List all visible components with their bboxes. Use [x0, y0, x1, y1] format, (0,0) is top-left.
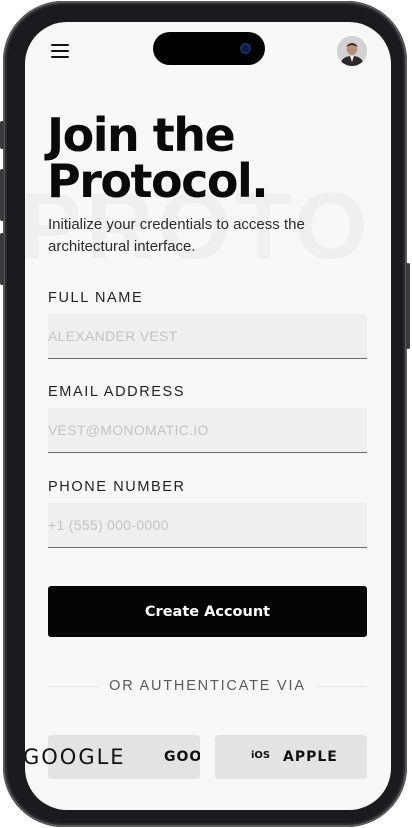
app-screen: PROTO Join the Protocol. Initialize your… — [25, 22, 391, 810]
page-title-line-1: Join the — [47, 108, 236, 162]
page-subtitle: Initialize your credentials to access th… — [48, 216, 305, 255]
phone-label: PHONE NUMBER — [48, 479, 186, 495]
camera-icon — [240, 43, 251, 54]
power-button — [406, 263, 410, 349]
page-title: Join the Protocol. — [47, 112, 367, 204]
apple-auth-label: APPLE — [283, 749, 338, 765]
google-logo-icon: GOOGLE — [25, 745, 126, 769]
page-title-line-2: Protocol. — [47, 154, 269, 208]
volume-down-button — [0, 233, 4, 285]
google-auth-label: GOOGLE — [164, 749, 200, 765]
apple-auth-button[interactable]: iOS APPLE — [215, 735, 367, 779]
email-label: EMAIL ADDRESS — [48, 384, 186, 400]
create-account-button[interactable]: Create Account — [48, 586, 367, 637]
phone-frame: PROTO Join the Protocol. Initialize your… — [0, 1, 410, 827]
mute-switch — [0, 121, 4, 149]
full-name-input[interactable] — [48, 314, 367, 359]
user-avatar[interactable] — [337, 36, 367, 66]
full-name-label: FULL NAME — [48, 290, 144, 306]
divider-text: OR AUTHENTICATE VIA — [109, 678, 306, 694]
phone-input[interactable] — [48, 503, 367, 548]
volume-up-button — [0, 169, 4, 221]
email-input[interactable] — [48, 408, 367, 453]
avatar-portrait-icon — [337, 36, 367, 66]
google-auth-button[interactable]: GOOGLE GOOGLE — [25, 735, 200, 779]
ios-logo-icon: iOS — [251, 750, 271, 761]
dynamic-island — [153, 32, 265, 65]
auth-divider: OR AUTHENTICATE VIA — [48, 677, 367, 697]
hamburger-menu-icon[interactable] — [51, 44, 69, 58]
